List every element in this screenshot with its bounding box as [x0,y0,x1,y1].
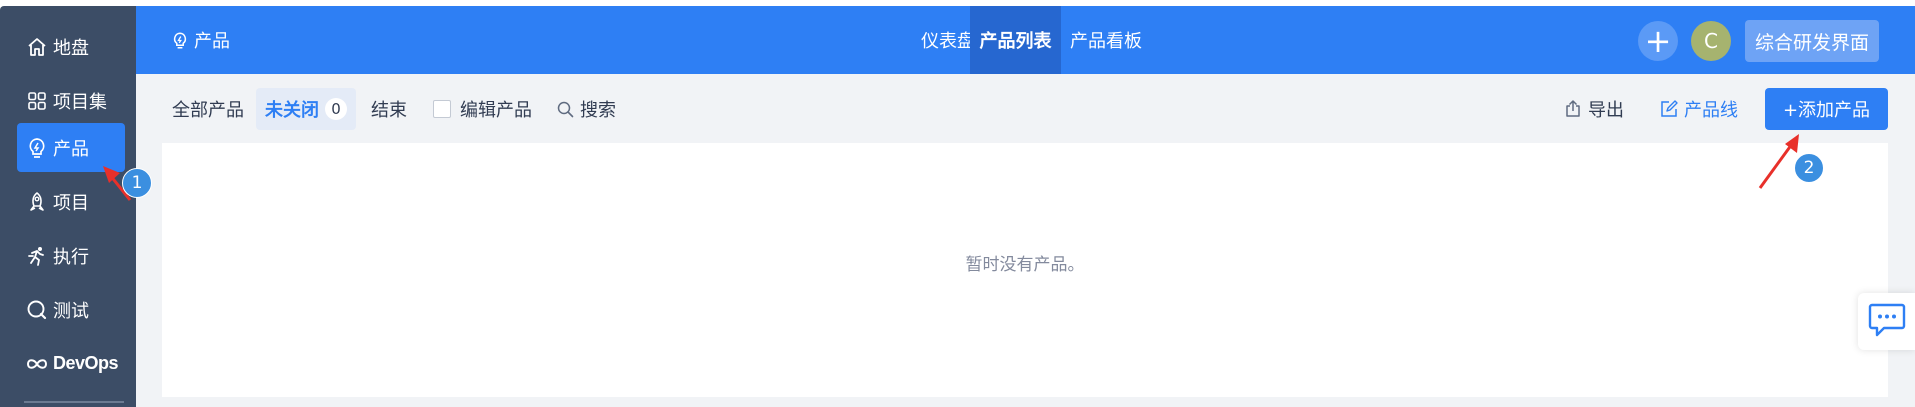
lightbulb-icon [172,31,188,50]
sidebar-item-label: 测试 [53,300,89,322]
sidebar-item-label: 项目 [53,192,89,214]
chat-bubble-icon [1868,302,1906,342]
avatar[interactable]: C [1691,21,1731,61]
sidebar-item-project[interactable]: 项目 [17,177,125,226]
running-icon [25,244,49,268]
chat-button[interactable] [1858,293,1915,350]
search-toggle[interactable]: 搜索 [557,88,616,130]
search-icon [557,101,574,118]
marker-number: 2 [1803,158,1815,178]
sidebar-item-dashboard[interactable]: 地盘 [17,22,125,71]
filter-label: 结束 [371,100,407,121]
infinity-icon [25,352,49,376]
top-navbar: 产品 仪表盘 产品列表 产品看板 + C 综合研发界面 [136,6,1915,74]
tab-label: 产品列表 [979,31,1052,52]
filter-count-badge: 0 [325,98,347,120]
sidebar-divider [24,401,124,403]
edit-products-checkbox[interactable]: 编辑产品 [433,88,532,130]
checkbox[interactable] [433,100,451,118]
sidebar: 地盘 项目集 产品 项目 执行 测试 DevOps [0,6,136,407]
workspace-button-label: 综合研发界面 [1754,31,1869,54]
sidebar-item-label: DevOps [53,353,119,373]
filter-label: 未关闭 [265,100,319,121]
annotation-marker-1: 1 [122,168,152,198]
sidebar-item-execution[interactable]: 执行 [17,231,125,280]
add-product-button[interactable]: +添加产品 [1765,88,1888,130]
rocket-icon [25,190,49,214]
empty-state-message: 暂时没有产品。 [965,255,1085,275]
home-icon [25,35,49,59]
product-line-label: 产品线 [1684,100,1738,121]
product-list-panel: 暂时没有产品。 [162,143,1888,397]
filter-label: 全部产品 [172,100,244,121]
product-line-button[interactable]: 产品线 [1660,88,1738,130]
sidebar-item-label: 产品 [53,138,89,160]
sidebar-item-label: 地盘 [53,37,89,59]
lightbulb-icon [25,136,49,160]
add-product-label: +添加产品 [1782,100,1871,121]
filter-unclosed[interactable]: 未关闭 0 [256,88,356,130]
filter-ended[interactable]: 结束 [371,88,407,130]
sidebar-item-test[interactable]: 测试 [17,285,125,334]
grid-icon [25,89,49,113]
tab-product-kanban[interactable]: 产品看板 [1061,6,1151,74]
sidebar-item-program[interactable]: 项目集 [17,76,125,125]
export-label: 导出 [1588,100,1624,121]
checkbox-label: 编辑产品 [460,100,532,121]
marker-number: 1 [131,173,143,193]
sidebar-item-label: 项目集 [53,91,107,113]
tab-label: 产品看板 [1070,31,1142,52]
search-circle-icon [25,298,49,322]
workspace-switch-button[interactable]: 综合研发界面 [1745,20,1879,62]
export-icon [1564,100,1582,118]
tab-product-list[interactable]: 产品列表 [970,6,1061,74]
annotation-marker-2: 2 [1794,153,1824,183]
filter-all-products[interactable]: 全部产品 [172,88,244,130]
edit-icon [1660,100,1678,118]
sidebar-item-devops[interactable]: DevOps [17,339,125,388]
tab-label: 仪表盘 [921,31,975,52]
sidebar-item-label: 执行 [53,246,89,268]
quick-create-button[interactable]: + [1638,21,1678,61]
app-title-label: 产品 [194,31,230,52]
plus-icon: + [1644,22,1672,60]
export-button[interactable]: 导出 [1564,88,1624,130]
avatar-letter: C [1704,29,1718,53]
search-label: 搜索 [580,100,616,121]
sidebar-item-product[interactable]: 产品 [17,123,125,172]
app-title[interactable]: 产品 [172,6,230,74]
